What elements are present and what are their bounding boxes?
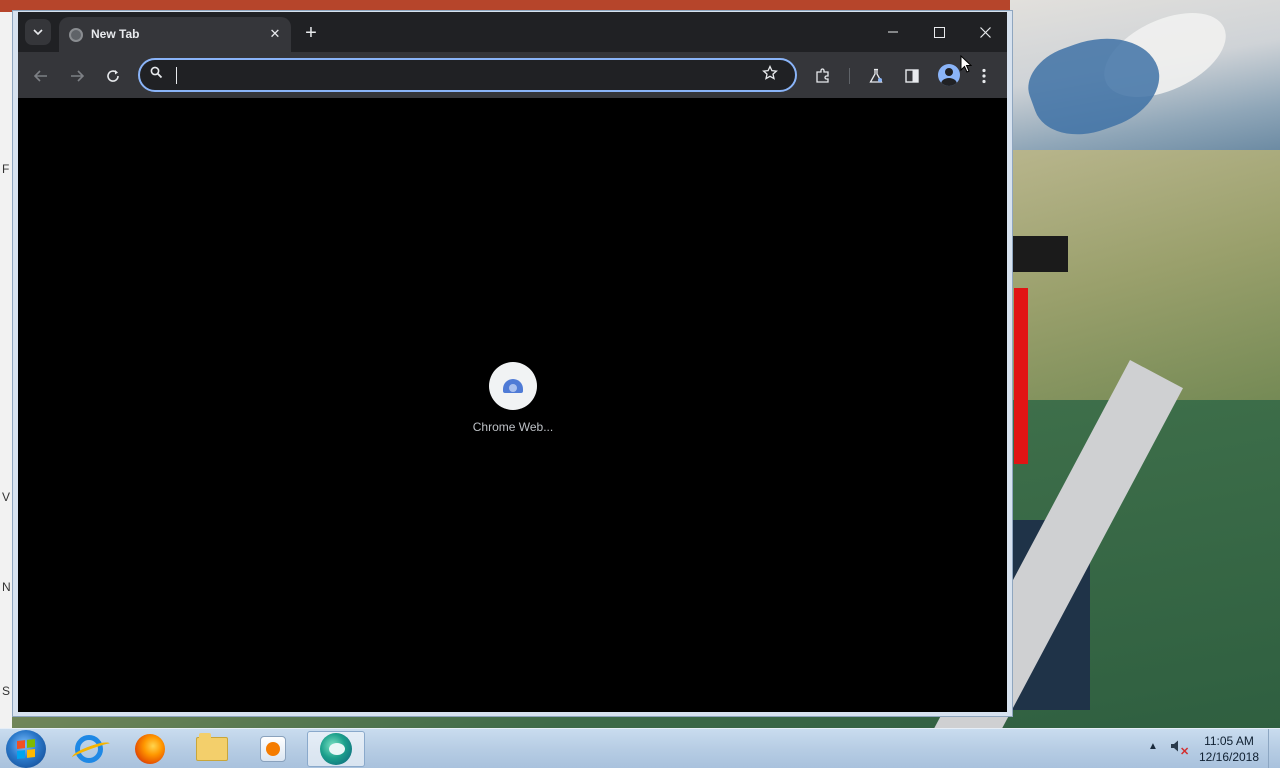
puzzle-icon: [816, 68, 829, 83]
bookmark-button[interactable]: [762, 64, 778, 86]
tab-title: New Tab: [91, 27, 140, 41]
text-caret: [176, 67, 177, 84]
tab-strip: New Tab ✕ +: [18, 12, 1007, 52]
edge-letter: V: [2, 490, 11, 504]
search-icon: [150, 66, 163, 82]
new-tab-button[interactable]: +: [298, 20, 324, 46]
web-store-icon: [503, 379, 523, 393]
address-input[interactable]: [174, 64, 754, 86]
kebab-menu-icon: [982, 68, 986, 84]
forward-button[interactable]: [64, 63, 90, 89]
edge-letter: N: [2, 580, 11, 594]
tray-expand-icon[interactable]: ▲: [1148, 741, 1158, 752]
volume-muted-icon[interactable]: ✕: [1170, 739, 1190, 759]
minimize-button[interactable]: [870, 18, 916, 46]
side-panel-button[interactable]: [899, 63, 925, 89]
mouse-cursor-icon: [960, 54, 973, 73]
internet-explorer-icon: [75, 735, 103, 763]
folder-icon: [196, 733, 228, 761]
reload-button[interactable]: [100, 63, 126, 89]
edge-letter: S: [2, 684, 11, 698]
clock-date: 12/16/2018: [1198, 750, 1260, 764]
windows-logo-icon: [17, 739, 35, 759]
edge-letter: F: [2, 162, 10, 176]
arrow-right-icon: [71, 70, 84, 82]
arrow-left-icon: [34, 70, 47, 82]
tab-new-tab[interactable]: New Tab ✕: [59, 17, 291, 52]
extensions-button[interactable]: [810, 63, 836, 89]
shortcut-label: Chrome Web...: [472, 420, 554, 434]
bg-left-strip: F V N S: [0, 12, 12, 728]
profile-icon[interactable]: [938, 64, 960, 86]
show-desktop-button[interactable]: [1268, 729, 1280, 768]
chevron-down-icon: [33, 29, 43, 36]
maximize-button[interactable]: [916, 18, 962, 46]
close-icon: [979, 26, 991, 38]
taskbar-firefox[interactable]: [121, 731, 179, 767]
tab-search-button[interactable]: [25, 19, 51, 45]
media-player-icon: [260, 736, 286, 762]
taskbar-browser[interactable]: [307, 731, 365, 767]
browser-window: New Tab ✕ + Chrome Web...: [12, 10, 1013, 717]
start-button[interactable]: [6, 730, 46, 768]
close-window-button[interactable]: [962, 18, 1008, 46]
toolbar-divider: [849, 68, 850, 84]
minimize-icon: [888, 31, 898, 33]
side-panel-icon: [905, 69, 919, 83]
new-tab-page: Chrome Web...: [18, 98, 1007, 712]
browser-toolbar: [18, 52, 1007, 98]
bg-dark-block: [1010, 236, 1068, 272]
menu-button[interactable]: [971, 63, 997, 89]
bg-red-bar: [1014, 288, 1028, 464]
shortcut-tile[interactable]: Chrome Web...: [458, 358, 568, 448]
firefox-icon: [135, 734, 165, 764]
system-clock[interactable]: 11:05 AM 12/16/2018: [1196, 733, 1262, 765]
browser-frame: New Tab ✕ + Chrome Web...: [18, 12, 1007, 712]
taskbar: ▲ ✕ 11:05 AM 12/16/2018: [0, 728, 1280, 768]
omnibox[interactable]: [138, 58, 797, 92]
maximize-icon: [933, 26, 945, 38]
reload-icon: [107, 70, 119, 82]
flask-icon: [869, 68, 883, 83]
taskbar-media-player[interactable]: [244, 731, 302, 767]
tab-close-button[interactable]: ✕: [265, 24, 285, 44]
shortcut-icon-circle: [489, 362, 537, 410]
globe-icon: [69, 28, 83, 42]
taskbar-file-explorer[interactable]: [183, 731, 241, 767]
clock-time: 11:05 AM: [1204, 734, 1254, 748]
back-button[interactable]: [28, 63, 54, 89]
browser-app-icon: [320, 733, 352, 765]
star-icon: [762, 64, 778, 80]
labs-button[interactable]: [863, 63, 889, 89]
taskbar-internet-explorer[interactable]: [60, 731, 118, 767]
